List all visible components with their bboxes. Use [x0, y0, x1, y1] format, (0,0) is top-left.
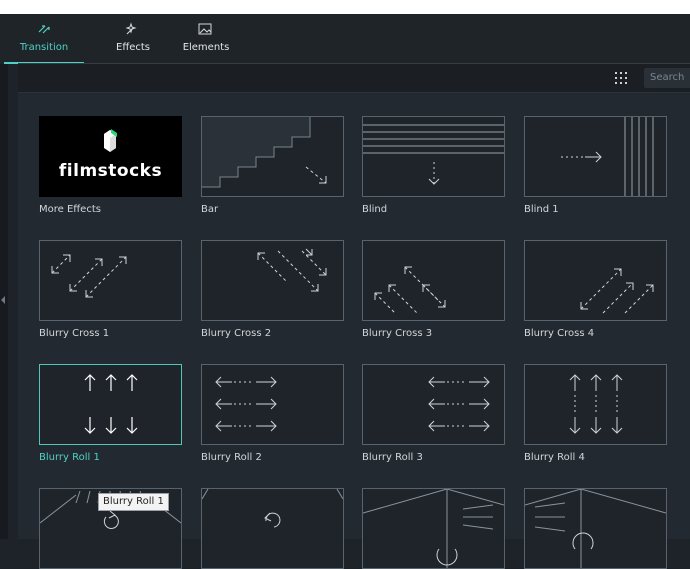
tile-label: Blurry Cross 1 — [39, 328, 110, 339]
effects-icon — [100, 20, 166, 38]
tab-effects[interactable]: Effects — [100, 18, 166, 62]
blurry-cross-3-thumbnail — [362, 240, 505, 321]
partial-2-thumbnail — [201, 488, 344, 569]
tile-label: Blurry Roll 1 — [39, 452, 100, 463]
filmstocks-logo-icon — [104, 129, 117, 152]
blurry-roll-1-thumbnail — [39, 364, 182, 445]
transition-grid: filmstocks More Effects Bar Blind Blind … — [18, 93, 690, 569]
collapse-rail[interactable] — [0, 64, 8, 539]
blurry-roll-4-thumbnail — [524, 364, 667, 445]
tile-label: Bar — [201, 204, 219, 215]
elements-icon — [178, 20, 234, 38]
filmstocks-wordmark: filmstocks — [58, 161, 163, 181]
tile-label: Blurry Cross 2 — [201, 328, 272, 339]
blurry-cross-1-thumbnail — [39, 240, 182, 321]
filmstocks-thumbnail: filmstocks — [39, 116, 182, 197]
blurry-roll-2-thumbnail — [201, 364, 344, 445]
search-placeholder: Search — [650, 72, 685, 83]
collapse-arrow-icon[interactable] — [1, 296, 5, 304]
blurry-roll-3-thumbnail — [362, 364, 505, 445]
tile-label: Blurry Roll 2 — [201, 452, 262, 463]
category-tabs: Transition Effects Elements — [0, 14, 690, 64]
tile-label: Blind 1 — [524, 204, 559, 215]
tile-label: More Effects — [39, 204, 101, 215]
bar-thumbnail — [201, 116, 344, 197]
transition-icon — [4, 20, 84, 38]
tab-elements[interactable]: Elements — [178, 18, 234, 62]
tile-label: Blurry Roll 3 — [362, 452, 423, 463]
blind1-thumbnail — [524, 116, 667, 197]
tile-label: Blurry Cross 3 — [362, 328, 433, 339]
tile-label: Blind — [362, 204, 388, 215]
tile-label: Blurry Roll 4 — [524, 452, 585, 463]
toolbar: Search — [18, 64, 690, 93]
blurry-cross-4-thumbnail — [524, 240, 667, 321]
partial-3-thumbnail — [362, 488, 505, 569]
search-input[interactable]: Search — [644, 68, 690, 88]
tab-transition[interactable]: Transition — [4, 18, 84, 64]
tooltip: Blurry Roll 1 — [98, 493, 169, 511]
blind-thumbnail — [362, 116, 505, 197]
window-top-strip — [0, 0, 690, 14]
tile-label: Blurry Cross 4 — [524, 328, 595, 339]
blurry-cross-2-thumbnail — [201, 240, 344, 321]
grid-view-icon[interactable] — [615, 72, 627, 84]
partial-4-thumbnail — [524, 488, 667, 569]
